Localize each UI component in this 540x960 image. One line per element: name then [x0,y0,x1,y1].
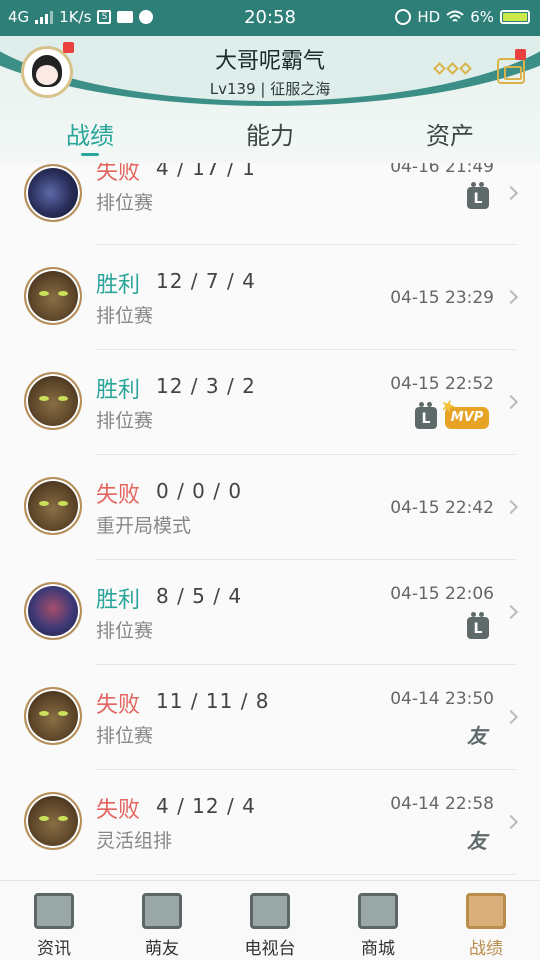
nav-record-label: 战绩 [469,939,503,959]
live-replay-icon: L [467,182,489,209]
chevron-right-icon [503,289,519,305]
nav-tv[interactable]: 电视台 [216,881,324,960]
tab-ability[interactable]: 能力 [210,116,330,151]
alarm-icon [395,9,412,25]
bottom-nav: 资讯 萌友 电视台 商城 战绩 [0,880,540,960]
match-mode: 灵活组排 [96,830,173,852]
match-row[interactable]: 失败 0 / 0 / 0 重开局模式 04-15 22:42 [0,455,540,560]
match-kda: 12 / 7 / 4 [156,269,256,293]
row-divider [96,874,516,875]
record-shield-icon [466,893,506,929]
match-list[interactable]: 失败 4 / 17 / 1 排位赛 04-16 21:49 L 胜利 12 / … [0,163,540,880]
tab-record[interactable]: 战绩 [30,116,150,151]
match-kda: 4 / 12 / 4 [156,794,256,818]
champion-avatar [24,687,82,745]
shop-bag-icon [358,893,398,929]
nav-shop-label: 商城 [361,939,395,959]
match-result: 胜利 [96,273,141,298]
live-replay-icon: L [415,402,437,429]
chevron-right-icon [503,709,519,725]
tv-channel-icon [250,893,290,929]
match-kda: 4 / 17 / 1 [156,163,256,180]
profile-level: Lv139 | 征服之海 [209,80,331,98]
champion-avatar [24,477,82,535]
match-time: 04-14 22:58 [390,794,494,814]
battery-percent: 6% [470,8,494,26]
chevron-right-icon [503,604,519,620]
match-kda: 8 / 5 / 4 [156,584,243,608]
match-result: 失败 [96,163,141,185]
nav-record[interactable]: 战绩 [432,881,540,960]
match-mode: 重开局模式 [96,515,192,537]
profile-header: 大哥呢霸气 Lv139 | 征服之海 战绩 能力 资产 [0,36,540,163]
champion-avatar [24,267,82,325]
hd-indicator: HD [417,8,441,26]
battery-icon [500,10,530,24]
match-mode: 排位赛 [96,620,154,642]
match-row[interactable]: 胜利 12 / 3 / 2 排位赛 04-15 22:52 L MVP [0,350,540,455]
match-time: 04-16 21:49 [390,163,494,177]
status-bar: 4G 1K/s S 20:58 HD 6% [0,0,540,36]
match-result: 失败 [96,798,141,823]
match-result: 失败 [96,693,141,718]
match-mode: 排位赛 [96,410,154,432]
champion-avatar [24,164,82,222]
nav-tv-label: 电视台 [244,939,296,959]
match-result: 胜利 [96,588,141,613]
match-result: 失败 [96,483,141,508]
champion-avatar [24,582,82,640]
nav-shop[interactable]: 商城 [324,881,432,960]
nav-friends-label: 萌友 [145,939,179,959]
match-time: 04-15 22:52 [390,374,494,394]
match-kda: 12 / 3 / 2 [156,374,256,398]
shop-notification-dot [515,49,526,60]
champion-avatar [24,372,82,430]
wifi-icon [446,10,464,22]
match-kda: 0 / 0 / 0 [156,479,243,503]
champion-avatar [24,792,82,850]
heart-chat-icon [142,893,182,929]
active-tab-indicator [81,153,99,156]
match-kda: 11 / 11 / 8 [156,689,270,713]
match-row[interactable]: 失败 4 / 17 / 1 排位赛 04-16 21:49 L [0,163,540,245]
chevron-right-icon [503,394,519,410]
chevron-right-icon [503,814,519,830]
more-options-icon[interactable] [433,62,472,75]
live-replay-icon: L [467,612,489,639]
match-time: 04-14 23:50 [390,689,494,709]
chevron-right-icon [503,499,519,515]
friend-badge-icon: 友 [467,829,487,853]
nav-news-label: 资讯 [37,939,71,959]
match-row[interactable]: 失败 11 / 11 / 8 排位赛 04-14 23:50 友 [0,665,540,770]
match-time: 04-15 22:42 [390,498,494,518]
gift-shop-icon[interactable] [497,58,525,84]
match-time: 04-15 22:06 [390,584,494,604]
match-mode: 排位赛 [96,305,154,327]
news-book-icon [34,893,74,929]
match-mode: 排位赛 [96,725,154,747]
match-row[interactable]: 胜利 12 / 7 / 4 排位赛 04-15 23:29 [0,245,540,350]
match-mode: 排位赛 [96,192,154,214]
chevron-right-icon [503,185,519,201]
friend-badge-icon: 友 [467,724,487,748]
match-row[interactable]: 胜利 8 / 5 / 4 排位赛 04-15 22:06 L [0,560,540,665]
tab-assets[interactable]: 资产 [390,116,510,151]
match-result: 胜利 [96,378,141,403]
nav-friends[interactable]: 萌友 [108,881,216,960]
nav-news[interactable]: 资讯 [0,881,108,960]
match-time: 04-15 23:29 [390,288,494,308]
match-row[interactable]: 失败 4 / 12 / 4 灵活组排 04-14 22:58 友 [0,770,540,875]
mvp-badge-icon: MVP [445,407,489,429]
